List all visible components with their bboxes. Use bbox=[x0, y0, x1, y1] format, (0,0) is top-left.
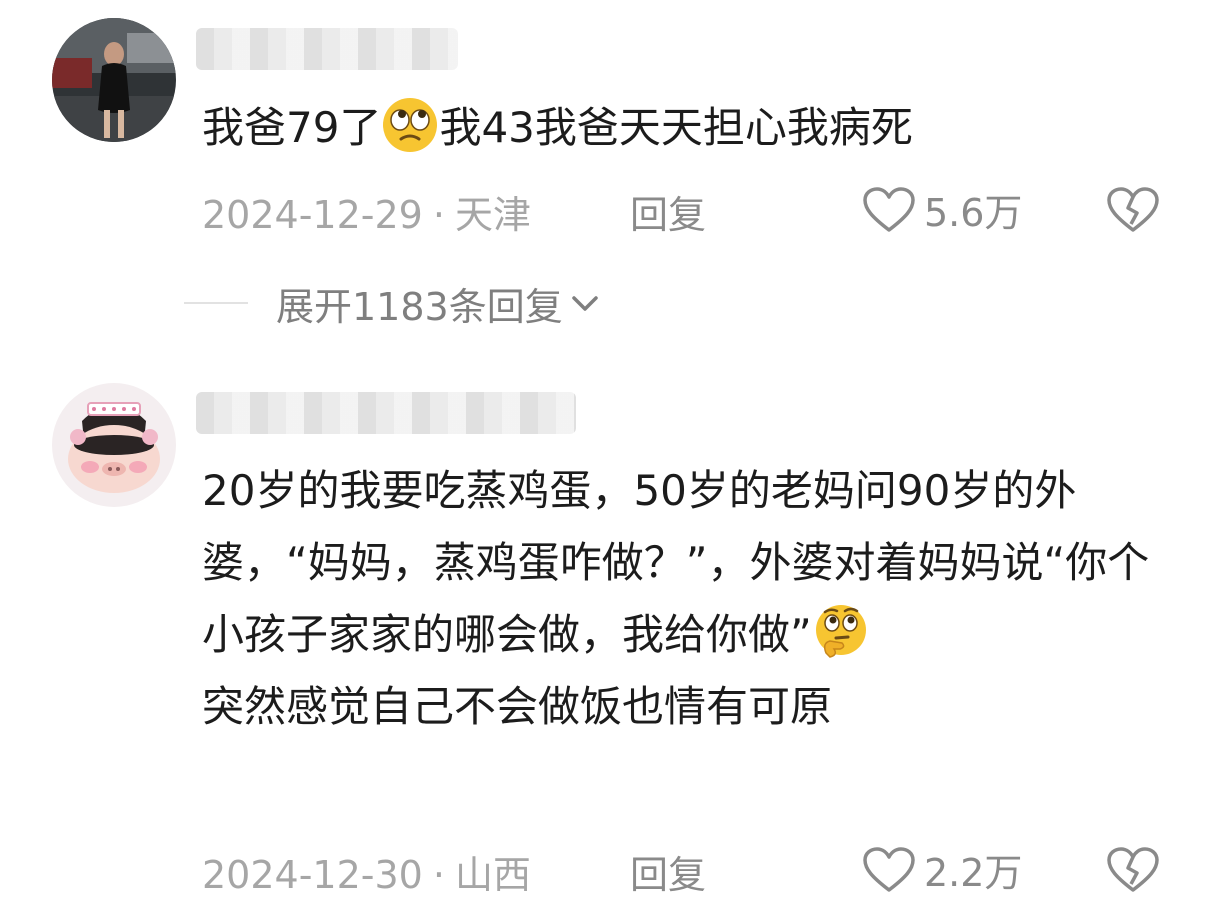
reply-button[interactable]: 回复 bbox=[630, 844, 706, 899]
meta-separator: · bbox=[432, 853, 445, 897]
comment-location: 山西 bbox=[454, 853, 531, 897]
broken-heart-icon bbox=[1107, 187, 1159, 232]
comment-text: 我爸79了 我43我爸天天担心我病死 bbox=[202, 92, 1182, 164]
heart-outline-icon bbox=[863, 846, 915, 892]
like-button[interactable]: 5.6万 bbox=[862, 182, 1022, 237]
dislike-button[interactable] bbox=[1106, 186, 1160, 234]
comment-location: 天津 bbox=[454, 193, 531, 237]
eye-roll-emoji-icon bbox=[381, 96, 439, 154]
like-count: 2.2万 bbox=[924, 851, 1023, 895]
user-avatar[interactable] bbox=[52, 18, 176, 142]
like-count: 5.6万 bbox=[924, 191, 1023, 235]
heart-outline-icon bbox=[863, 186, 915, 232]
broken-heart-icon bbox=[1107, 847, 1159, 892]
expand-replies-label: 展开1183条回复 bbox=[276, 285, 563, 329]
comment-date: 2024-12-29 bbox=[202, 193, 423, 237]
dislike-button[interactable] bbox=[1106, 846, 1160, 894]
user-avatar[interactable] bbox=[52, 383, 176, 507]
comment-date: 2024-12-30 bbox=[202, 853, 423, 897]
meta-separator: · bbox=[432, 193, 445, 237]
expand-divider bbox=[184, 302, 248, 304]
username-blurred[interactable] bbox=[196, 392, 576, 434]
comment-meta: 2024-12-29 · 天津 bbox=[202, 184, 531, 239]
reply-button[interactable]: 回复 bbox=[630, 184, 706, 239]
like-button[interactable]: 2.2万 bbox=[862, 842, 1022, 897]
username-blurred[interactable] bbox=[196, 28, 458, 70]
comment-meta: 2024-12-30 · 山西 bbox=[202, 844, 531, 899]
chevron-down-icon bbox=[571, 295, 598, 311]
comment-list: 我爸79了 我43我爸天天担心我病死 2024-12-29 · 天津 回复 5.6万 … bbox=[0, 0, 1224, 914]
thinking-emoji-icon bbox=[812, 603, 870, 661]
expand-replies-button[interactable]: 展开1183条回复 bbox=[276, 276, 603, 331]
comment-text: 20岁的我要吃蒸鸡蛋，50岁的老妈问90岁的外婆，“妈妈，蒸鸡蛋咋做？”，外婆对… bbox=[202, 466, 1150, 731]
